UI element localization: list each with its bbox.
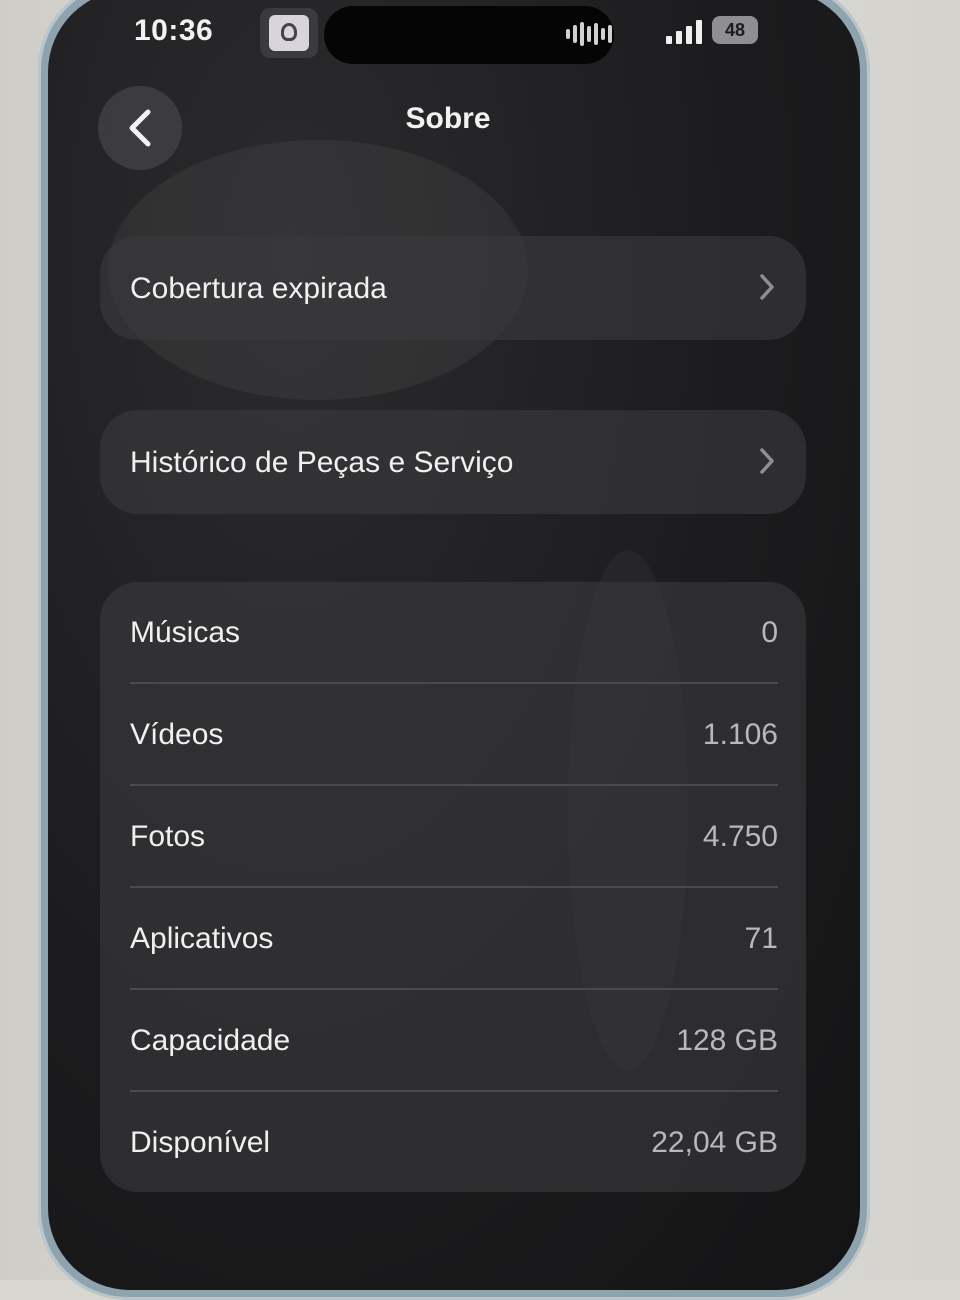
service-history-row[interactable]: Histórico de Peças e Serviço [100, 410, 806, 514]
stat-value: 71 [744, 922, 778, 955]
stat-label: Aplicativos [130, 922, 274, 955]
stat-row-available: Disponível 22,04 GB [130, 1092, 778, 1196]
stat-row-photos: Fotos 4.750 [130, 786, 778, 890]
stat-row-videos: Vídeos 1.106 [130, 684, 778, 788]
stat-label: Fotos [130, 820, 206, 853]
stat-value: 22,04 GB [651, 1126, 778, 1159]
stat-value: 128 GB [676, 1024, 778, 1057]
coverage-group: Cobertura expirada [100, 236, 806, 340]
stat-value: 0 [761, 616, 778, 649]
phone-screen: 10:36 48 Sobre Cobertura expirada Histór… [48, 0, 860, 1290]
chevron-right-icon [760, 448, 774, 474]
battery-icon: 48 [712, 16, 758, 44]
audio-waveform-icon [566, 22, 612, 46]
stat-row-capacity: Capacidade 128 GB [130, 990, 778, 1094]
stat-row-apps: Aplicativos 71 [130, 888, 778, 992]
stat-label: Capacidade [130, 1024, 291, 1057]
stat-value: 4.750 [702, 820, 778, 853]
stat-label: Disponível [130, 1126, 271, 1159]
service-history-group: Histórico de Peças e Serviço [100, 410, 806, 514]
page-title: Sobre [405, 102, 491, 135]
chevron-right-icon [760, 274, 774, 300]
coverage-row[interactable]: Cobertura expirada [100, 236, 806, 340]
stat-row-music: Músicas 0 [130, 582, 778, 686]
stat-value: 1.106 [702, 718, 778, 751]
stat-label: Músicas [130, 616, 241, 649]
status-time: 10:36 [134, 14, 214, 47]
stat-label: Vídeos [130, 718, 224, 751]
coverage-label: Cobertura expirada [130, 272, 387, 305]
device-stats-group: Músicas 0 Vídeos 1.106 Fotos 4.750 Aplic… [100, 582, 806, 1192]
cellular-signal-icon [666, 20, 702, 44]
app-notification-icon [260, 8, 318, 58]
service-history-label: Histórico de Peças e Serviço [130, 446, 514, 479]
status-bar: 10:36 48 [48, 0, 860, 64]
